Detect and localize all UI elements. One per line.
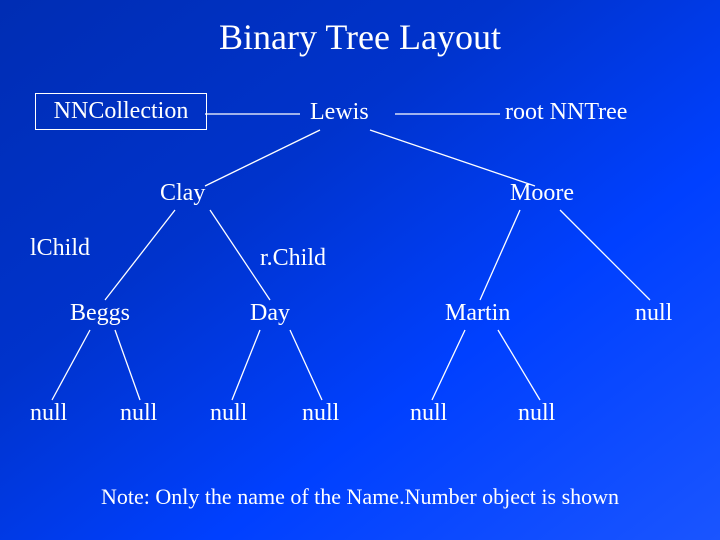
node-clay: Clay — [160, 180, 205, 207]
node-moore: Moore — [510, 180, 574, 207]
nncollection-box: NNCollection — [35, 93, 207, 130]
node-martin: Martin — [445, 300, 510, 327]
leaf-null-2: null — [120, 400, 157, 427]
leaf-null-6: null — [518, 400, 555, 427]
node-beggs: Beggs — [70, 300, 130, 327]
leaf-null-1: null — [30, 400, 67, 427]
connector-lines — [0, 0, 720, 540]
leaf-null-5: null — [410, 400, 447, 427]
node-lewis: Lewis — [310, 99, 369, 126]
leaf-null-3: null — [210, 400, 247, 427]
leaf-null-moore-right: null — [635, 300, 672, 327]
slide: Binary Tree Layout NNCollection Lewis ro… — [0, 0, 720, 540]
label-rchild: r.Child — [260, 245, 326, 272]
label-lchild: lChild — [30, 235, 90, 262]
node-day: Day — [250, 300, 290, 327]
leaf-null-4: null — [302, 400, 339, 427]
footnote: Note: Only the name of the Name.Number o… — [0, 484, 720, 510]
slide-title: Binary Tree Layout — [0, 16, 720, 58]
label-root: root NNTree — [505, 99, 627, 126]
